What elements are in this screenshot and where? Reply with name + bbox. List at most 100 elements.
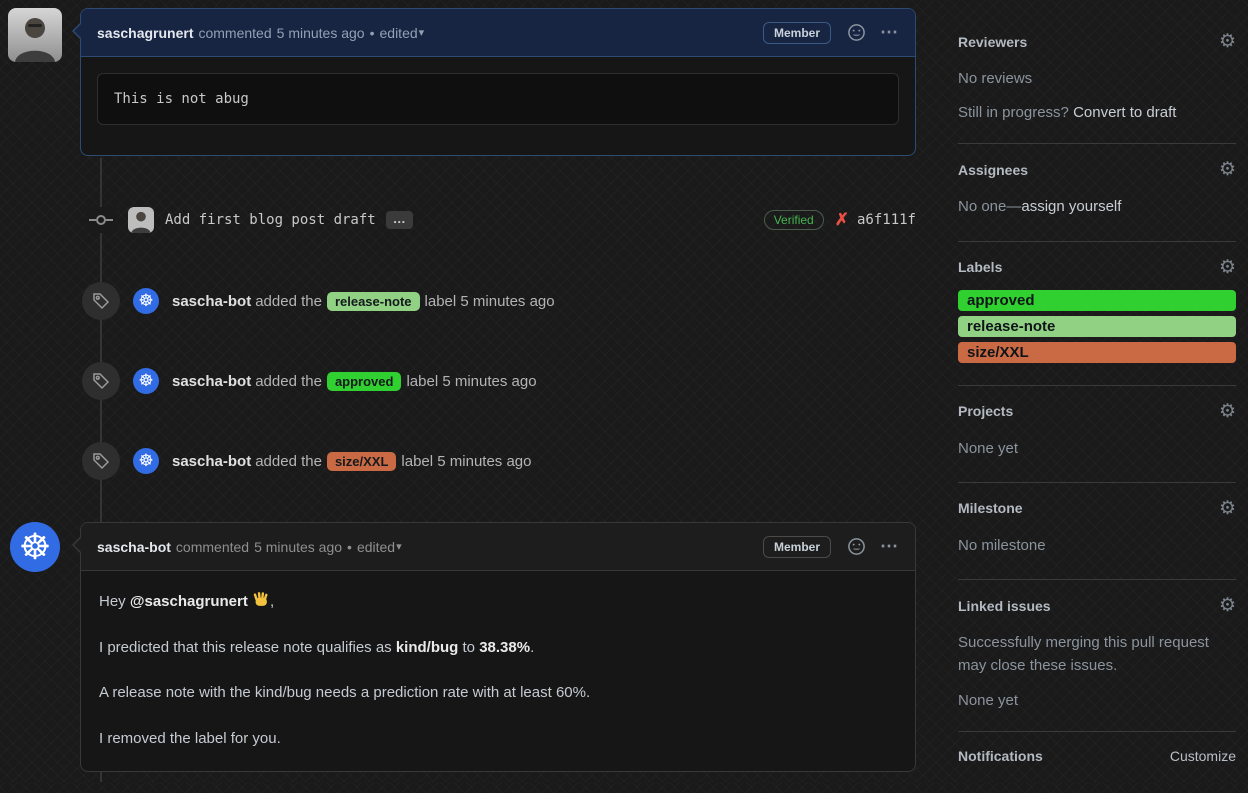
sidebar: Reviewers ⚙ No reviews Still in progress… bbox=[958, 0, 1236, 764]
linked-issues-section: Linked issues ⚙ Successfully merging thi… bbox=[958, 580, 1236, 732]
comment-author[interactable]: saschagrunert bbox=[97, 25, 193, 41]
avatar-sascha-bot[interactable]: ☸ bbox=[133, 448, 159, 474]
event-author[interactable]: sascha-bot bbox=[172, 373, 251, 390]
label-release-note[interactable]: release-note bbox=[326, 291, 420, 311]
edited-label[interactable]: edited bbox=[380, 25, 418, 41]
label-approved[interactable]: approved bbox=[326, 371, 402, 391]
verified-badge[interactable]: Verified bbox=[763, 210, 824, 230]
assignees-empty-row: No one—assign yourself bbox=[958, 195, 1236, 218]
gear-icon[interactable]: ⚙ bbox=[1219, 258, 1236, 277]
reviewers-section: Reviewers ⚙ No reviews Still in progress… bbox=[958, 16, 1236, 145]
commit-row: Add first blog post draft … Verified ✗ a… bbox=[0, 202, 916, 238]
event-action: added the bbox=[255, 372, 322, 390]
meta-dot: • bbox=[369, 24, 375, 41]
emoji-reaction-icon[interactable] bbox=[847, 23, 866, 42]
linked-issues-empty-text: None yet bbox=[958, 691, 1019, 709]
label-size-xxl[interactable]: size/XXL bbox=[958, 341, 1236, 363]
commit-hash-link[interactable]: a6f111f bbox=[857, 212, 916, 228]
person-portrait-icon bbox=[128, 207, 154, 233]
text: Hey bbox=[99, 593, 130, 610]
kebab-menu-icon[interactable]: ⋯ bbox=[880, 22, 899, 43]
edited-label[interactable]: edited bbox=[357, 539, 395, 555]
comment-author[interactable]: sascha-bot bbox=[97, 539, 171, 555]
kubernetes-wheel-icon: ☸ bbox=[138, 371, 154, 390]
avatar-saschagrunert[interactable] bbox=[8, 8, 62, 62]
comment-header: saschagrunert commented 5 minutes ago • … bbox=[81, 9, 915, 57]
event-action: added the bbox=[255, 452, 322, 470]
gear-icon[interactable]: ⚙ bbox=[1219, 32, 1236, 51]
linked-issues-desc: Successfully merging this pull request m… bbox=[958, 634, 1209, 675]
text: to bbox=[458, 638, 480, 656]
member-badge[interactable]: Member bbox=[762, 535, 831, 558]
chevron-down-icon[interactable]: ▾ bbox=[419, 26, 425, 39]
kubernetes-wheel-icon: ☸ bbox=[18, 526, 52, 567]
assign-yourself-link[interactable]: assign yourself bbox=[1021, 198, 1121, 215]
event-author[interactable]: sascha-bot bbox=[172, 453, 251, 470]
member-badge[interactable]: Member bbox=[762, 21, 831, 44]
projects-title: Projects bbox=[958, 403, 1014, 419]
pull-request-page: saschagrunert commented 5 minutes ago • … bbox=[0, 0, 1248, 782]
event-text: sascha-bot added the approved label 5 minut… bbox=[172, 371, 537, 391]
comment-timestamp[interactable]: 5 minutes ago bbox=[277, 25, 365, 41]
chevron-down-icon[interactable]: ▾ bbox=[396, 540, 402, 553]
text: I predicted that this release note quali… bbox=[99, 638, 396, 656]
timeline-event-label-added: ☸ sascha-bot added the size/XXL label 5 min… bbox=[0, 441, 916, 481]
comment-caret bbox=[66, 23, 82, 39]
kind-bug-text: kind/bug bbox=[395, 638, 459, 656]
kubernetes-wheel-icon: ☸ bbox=[138, 291, 154, 310]
event-suffix: label 5 minutes ago bbox=[424, 292, 555, 310]
tag-icon bbox=[82, 442, 120, 480]
timeline-event-label-added: ☸ sascha-bot added the release-note label 5… bbox=[0, 281, 916, 321]
kebab-menu-icon[interactable]: ⋯ bbox=[880, 536, 899, 557]
avatar-sascha-bot[interactable]: ☸ bbox=[133, 288, 159, 314]
event-suffix: label 5 minutes ago bbox=[401, 452, 532, 470]
assignees-section: Assignees ⚙ No one—assign yourself bbox=[958, 144, 1236, 242]
gear-icon[interactable]: ⚙ bbox=[1219, 402, 1236, 421]
customize-link[interactable]: Customize bbox=[1170, 748, 1236, 764]
convert-to-draft-row: Still in progress? Convert to draft bbox=[958, 104, 1236, 121]
avatar-sascha-bot[interactable]: ☸ bbox=[133, 368, 159, 394]
person-portrait-icon bbox=[8, 8, 62, 62]
labels-section: Labels ⚙ approved release-note size/XXL bbox=[958, 242, 1236, 386]
labels-title: Labels bbox=[958, 259, 1003, 275]
comment-timestamp[interactable]: 5 minutes ago bbox=[254, 539, 342, 555]
milestone-empty-text: No milestone bbox=[958, 536, 1046, 554]
prediction-rate-text: 38.38% bbox=[479, 638, 531, 656]
assignees-empty-text: No one— bbox=[958, 198, 1022, 216]
comment-caret bbox=[66, 537, 82, 553]
comment-body: This is not abug bbox=[81, 57, 915, 141]
comment-header: sascha-bot commented 5 minutes ago • edi… bbox=[81, 523, 915, 571]
label-release-note[interactable]: release-note bbox=[958, 315, 1236, 337]
commit-message[interactable]: Add first blog post draft bbox=[165, 212, 376, 228]
event-author[interactable]: sascha-bot bbox=[172, 293, 251, 310]
git-commit-icon bbox=[86, 207, 116, 233]
label-approved[interactable]: approved bbox=[958, 289, 1236, 311]
event-text: sascha-bot added the size/XXL label 5 minut… bbox=[172, 451, 532, 471]
comment-sascha-bot: sascha-bot commented 5 minutes ago • edi… bbox=[72, 522, 916, 772]
comment-body: Hey @saschagrunert , I predicted that th… bbox=[81, 571, 915, 793]
gear-icon[interactable]: ⚙ bbox=[1219, 596, 1236, 615]
text: , bbox=[270, 593, 275, 610]
code-block: This is not abug bbox=[97, 73, 899, 125]
labels-list: approved release-note size/XXL bbox=[958, 289, 1236, 363]
reviewers-title: Reviewers bbox=[958, 33, 1028, 50]
gear-icon[interactable]: ⚙ bbox=[1219, 160, 1236, 179]
ci-failed-x-icon[interactable]: ✗ bbox=[835, 210, 849, 230]
paragraph-prediction: I predicted that this release note quali… bbox=[99, 637, 897, 660]
gear-icon[interactable]: ⚙ bbox=[1219, 499, 1236, 518]
avatar-sascha-bot[interactable]: ☸ bbox=[10, 522, 60, 572]
comment-saschagrunert: saschagrunert commented 5 minutes ago • … bbox=[72, 8, 916, 156]
label-size-xxl[interactable]: size/XXL bbox=[326, 451, 397, 471]
reviewers-empty-text: No reviews bbox=[958, 70, 1033, 87]
milestone-title: Milestone bbox=[958, 500, 1023, 517]
emoji-reaction-icon[interactable] bbox=[847, 537, 866, 556]
mention-link[interactable]: @saschagrunert bbox=[130, 593, 248, 610]
paragraph-removed: I removed the label for you. bbox=[99, 729, 281, 747]
convert-to-draft-link[interactable]: Convert to draft bbox=[1073, 104, 1176, 121]
tag-icon bbox=[82, 362, 120, 400]
avatar-committer[interactable] bbox=[128, 207, 154, 233]
meta-dot: • bbox=[347, 538, 352, 555]
commit-expand-button[interactable]: … bbox=[385, 211, 413, 229]
text: . bbox=[530, 638, 535, 656]
notifications-section: Notifications Customize bbox=[958, 732, 1236, 764]
